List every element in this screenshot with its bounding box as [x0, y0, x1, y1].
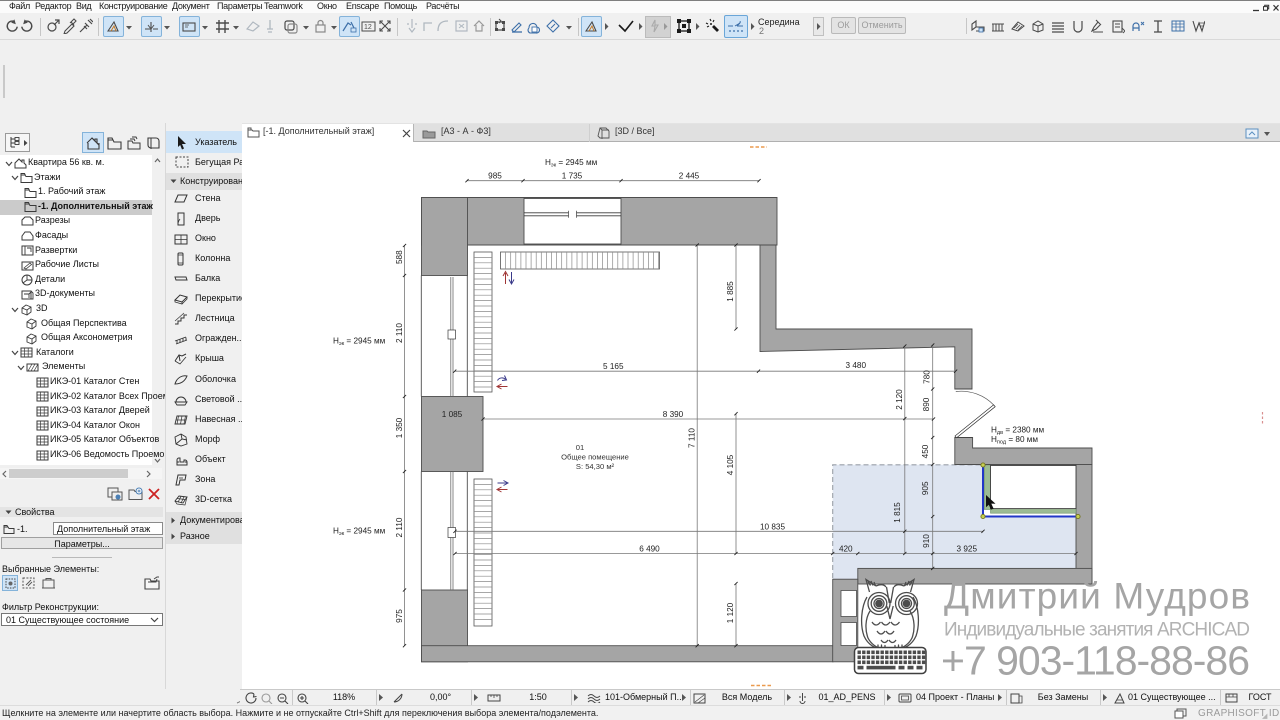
svg-text:450: 450	[921, 444, 930, 458]
svg-text:01: 01	[576, 443, 584, 452]
svg-text:Hэк = 2945 мм: Hэк = 2945 мм	[333, 337, 386, 348]
svg-text:6 490: 6 490	[639, 545, 660, 554]
svg-text:588: 588	[395, 250, 404, 264]
svg-text:1 815: 1 815	[893, 502, 902, 523]
svg-text:10 835: 10 835	[760, 523, 785, 532]
svg-text:Hэк = 2945 мм: Hэк = 2945 мм	[333, 527, 386, 538]
svg-text:420: 420	[839, 545, 853, 554]
svg-text:890: 890	[922, 397, 931, 411]
svg-text:780: 780	[923, 370, 932, 384]
svg-text:2 110: 2 110	[395, 517, 404, 537]
svg-text:+7 903-118-88-86: +7 903-118-88-86	[941, 638, 1250, 684]
svg-text:S: 54,30 м²: S: 54,30 м²	[576, 462, 615, 471]
svg-text:2 445: 2 445	[679, 172, 700, 181]
svg-text:8 390: 8 390	[663, 410, 684, 419]
svg-text:2 110: 2 110	[395, 323, 404, 343]
svg-text:3 480: 3 480	[846, 361, 867, 370]
svg-text:1 885: 1 885	[726, 281, 735, 302]
svg-text:975: 975	[395, 609, 404, 623]
svg-text:Hпод = 80 мм: Hпод = 80 мм	[991, 435, 1038, 446]
svg-text:5 165: 5 165	[603, 362, 624, 371]
svg-text:1 735: 1 735	[562, 172, 583, 181]
svg-text:4 105: 4 105	[726, 454, 735, 475]
svg-text:985: 985	[488, 172, 502, 181]
svg-text:1 120: 1 120	[726, 602, 735, 623]
svg-text:Общее помещение: Общее помещение	[561, 453, 629, 462]
svg-text:7 110: 7 110	[688, 428, 697, 448]
svg-text:Дмитрий Мудров: Дмитрий Мудров	[944, 576, 1250, 617]
svg-text:2 120: 2 120	[895, 389, 904, 410]
svg-text:905: 905	[921, 481, 930, 495]
svg-text:3 925: 3 925	[957, 545, 978, 554]
svg-text:910: 910	[922, 534, 931, 548]
svg-text:1 085: 1 085	[442, 410, 463, 419]
svg-text:Hэк = 2945 мм: Hэк = 2945 мм	[545, 158, 598, 169]
svg-text:12: 12	[364, 24, 372, 31]
svg-text:1 350: 1 350	[395, 417, 404, 438]
